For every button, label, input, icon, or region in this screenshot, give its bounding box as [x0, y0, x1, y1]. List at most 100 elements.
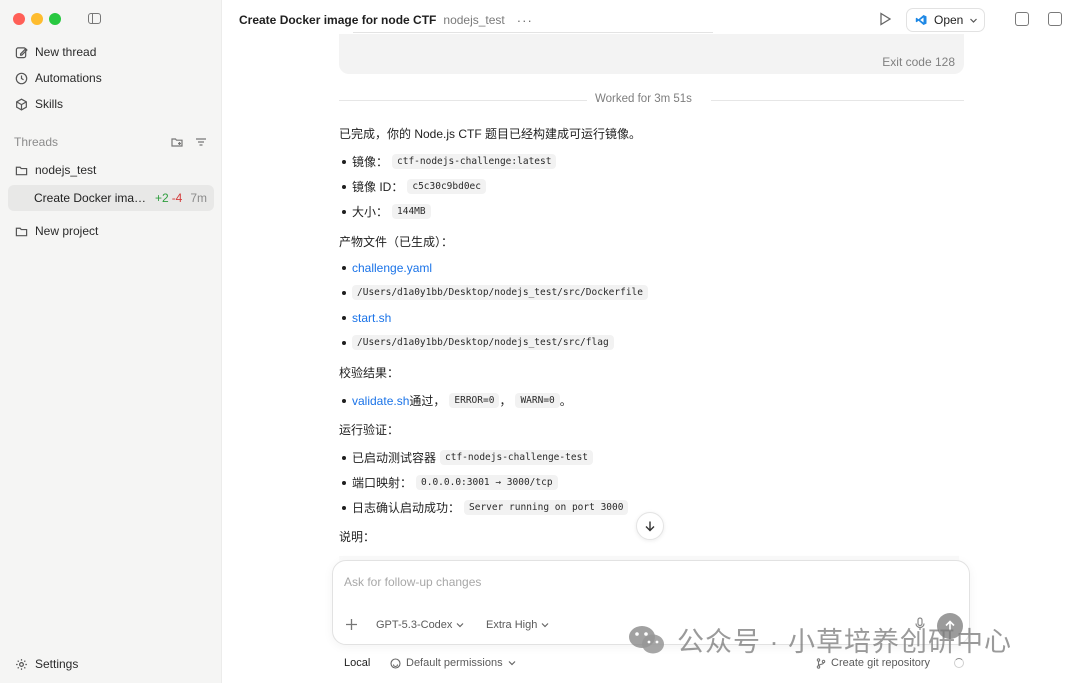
open-in-editor-button[interactable]: Open: [906, 8, 985, 32]
list-item: 已启动测试容器 ctf-nodejs-challenge-test: [339, 449, 594, 466]
file-link[interactable]: challenge.yaml: [352, 261, 432, 275]
nav-label: New project: [35, 224, 99, 238]
summary-text: 已完成，你的 Node.js CTF 题目已经构建成可运行镜像。: [339, 127, 642, 141]
reasoning-effort-selector[interactable]: Extra High: [486, 619, 549, 631]
command-output-block: Exit code 128: [339, 32, 964, 74]
thread-title: Create Docker image for node CTF: [34, 191, 150, 205]
close-window-button[interactable]: [13, 13, 25, 25]
chevron-down-icon: [541, 623, 549, 628]
chevron-down-icon: [508, 661, 516, 666]
thread-lines-added: +2: [155, 191, 169, 205]
notes-heading: 说明：: [339, 530, 376, 544]
item-label: 日志确认启动成功：: [352, 501, 461, 515]
sidebar-toggle-icon[interactable]: [88, 13, 101, 24]
divider-line: [711, 100, 964, 101]
open-label: Open: [934, 13, 964, 27]
nav-label: New thread: [35, 45, 97, 59]
nav-new-thread[interactable]: New thread: [8, 40, 214, 64]
file-link[interactable]: validate.sh: [352, 394, 409, 408]
list-item: challenge.yaml: [339, 261, 432, 275]
nav-label: Skills: [35, 97, 64, 111]
item-label: 镜像：: [352, 155, 389, 169]
runtime-heading: 运行验证：: [339, 423, 400, 437]
inline-code: 0.0.0.0:3001 → 3000/tcp: [416, 475, 558, 490]
filter-icon[interactable]: [195, 136, 207, 148]
item-label: 端口映射：: [352, 476, 413, 490]
main-panel: Create Docker image for node CTF nodejs_…: [222, 0, 1080, 683]
item-label: 已启动测试容器: [352, 451, 437, 465]
list-item: 日志确认启动成功： Server running on port 3000: [339, 499, 629, 516]
project-name[interactable]: nodejs_test: [443, 13, 504, 27]
loading-spinner: [954, 658, 964, 668]
item-label: 镜像 ID：: [352, 180, 404, 194]
folder-plus-icon: [14, 224, 28, 238]
play-icon[interactable]: [879, 12, 891, 26]
permissions-label: Default permissions: [406, 657, 503, 669]
list-item: 镜像 ID： c5c30c9bd0ec: [339, 178, 486, 195]
thread-age: 7m: [190, 191, 207, 205]
nav-skills[interactable]: Skills: [8, 92, 214, 116]
item-text: 。: [559, 394, 572, 408]
inline-code: Server running on port 3000: [464, 500, 629, 515]
inline-code: c5c30c9bd0ec: [407, 179, 486, 194]
edit-icon: [14, 45, 28, 59]
vscode-icon: [915, 15, 927, 25]
watermark: 公众号 · 小草培养创研中心: [627, 620, 1012, 659]
threads-toolbar: [171, 136, 207, 148]
wechat-logo-icon: [629, 625, 664, 653]
threads-heading: Threads: [14, 135, 59, 149]
list-item: 端口映射： 0.0.0.0:3001 → 3000/tcp: [339, 474, 558, 491]
worked-for-label: Worked for 3m 51s: [595, 93, 692, 105]
window-controls: [13, 13, 61, 25]
model-label: GPT-5.3-Codex: [376, 619, 453, 631]
sidebar: New thread Automations Skills Threads no…: [0, 0, 222, 683]
truncated-output: [353, 32, 713, 40]
exit-code: Exit code 128: [882, 55, 955, 69]
gear-icon: [14, 657, 28, 671]
nav-label: Automations: [35, 71, 102, 85]
list-item: /Users/d1a0y1bb/Desktop/nodejs_test/src/…: [339, 335, 614, 350]
artifacts-heading: 产物文件（已生成）：: [339, 235, 454, 249]
page-title: Create Docker image for node CTF: [239, 13, 437, 27]
inline-code: ctf-nodejs-challenge:latest: [392, 154, 557, 169]
more-options-button[interactable]: ···: [517, 13, 533, 28]
inline-code: ERROR=0: [449, 393, 500, 408]
validation-heading: 校验结果：: [339, 366, 400, 380]
item-text: 通过，: [409, 394, 446, 408]
chevron-down-icon: [970, 18, 978, 23]
nav-settings[interactable]: Settings: [8, 652, 214, 676]
prompt-input[interactable]: Ask for follow-up changes: [344, 575, 481, 589]
worked-divider: Worked for 3m 51s: [339, 93, 964, 107]
folder-nodejs-test[interactable]: nodejs_test: [8, 158, 214, 182]
minimize-window-button[interactable]: [31, 13, 43, 25]
list-item: /Users/d1a0y1bb/Desktop/nodejs_test/src/…: [339, 285, 648, 300]
inline-code: /Users/d1a0y1bb/Desktop/nodejs_test/src/…: [352, 335, 614, 350]
list-item: start.sh: [339, 311, 391, 325]
arrow-down-icon: [645, 521, 655, 532]
zoom-window-button[interactable]: [49, 13, 61, 25]
plus-icon[interactable]: [345, 618, 358, 631]
clock-icon: [14, 71, 28, 85]
scroll-to-bottom-button[interactable]: [636, 512, 664, 540]
file-link[interactable]: start.sh: [352, 311, 391, 325]
inline-code: /Users/d1a0y1bb/Desktop/nodejs_test/src/…: [352, 285, 648, 300]
chevron-down-icon: [456, 623, 464, 628]
app-window: New thread Automations Skills Threads no…: [0, 0, 1080, 683]
model-selector[interactable]: GPT-5.3-Codex: [376, 619, 464, 631]
divider-line: [339, 100, 587, 101]
list-item: validate.sh 通过， ERROR=0， WARN=0 。: [339, 392, 572, 409]
terminal-icon[interactable]: [1015, 12, 1029, 26]
folder-icon: [14, 163, 28, 177]
list-item: 大小： 144MB: [339, 203, 431, 220]
permissions-selector[interactable]: Default permissions: [390, 657, 516, 669]
diff-panel-icon[interactable]: [1048, 12, 1062, 26]
inline-code: WARN=0: [515, 393, 560, 408]
cube-icon: [14, 97, 28, 111]
local-mode-button[interactable]: Local: [344, 657, 370, 669]
nav-new-project[interactable]: New project: [8, 219, 214, 243]
nav-automations[interactable]: Automations: [8, 66, 214, 90]
nav-label: Settings: [35, 657, 79, 671]
new-folder-icon[interactable]: [171, 136, 183, 148]
smiley-icon: [390, 657, 401, 669]
thread-item-active[interactable]: Create Docker image for node CTF +2 -4 7…: [8, 185, 214, 211]
